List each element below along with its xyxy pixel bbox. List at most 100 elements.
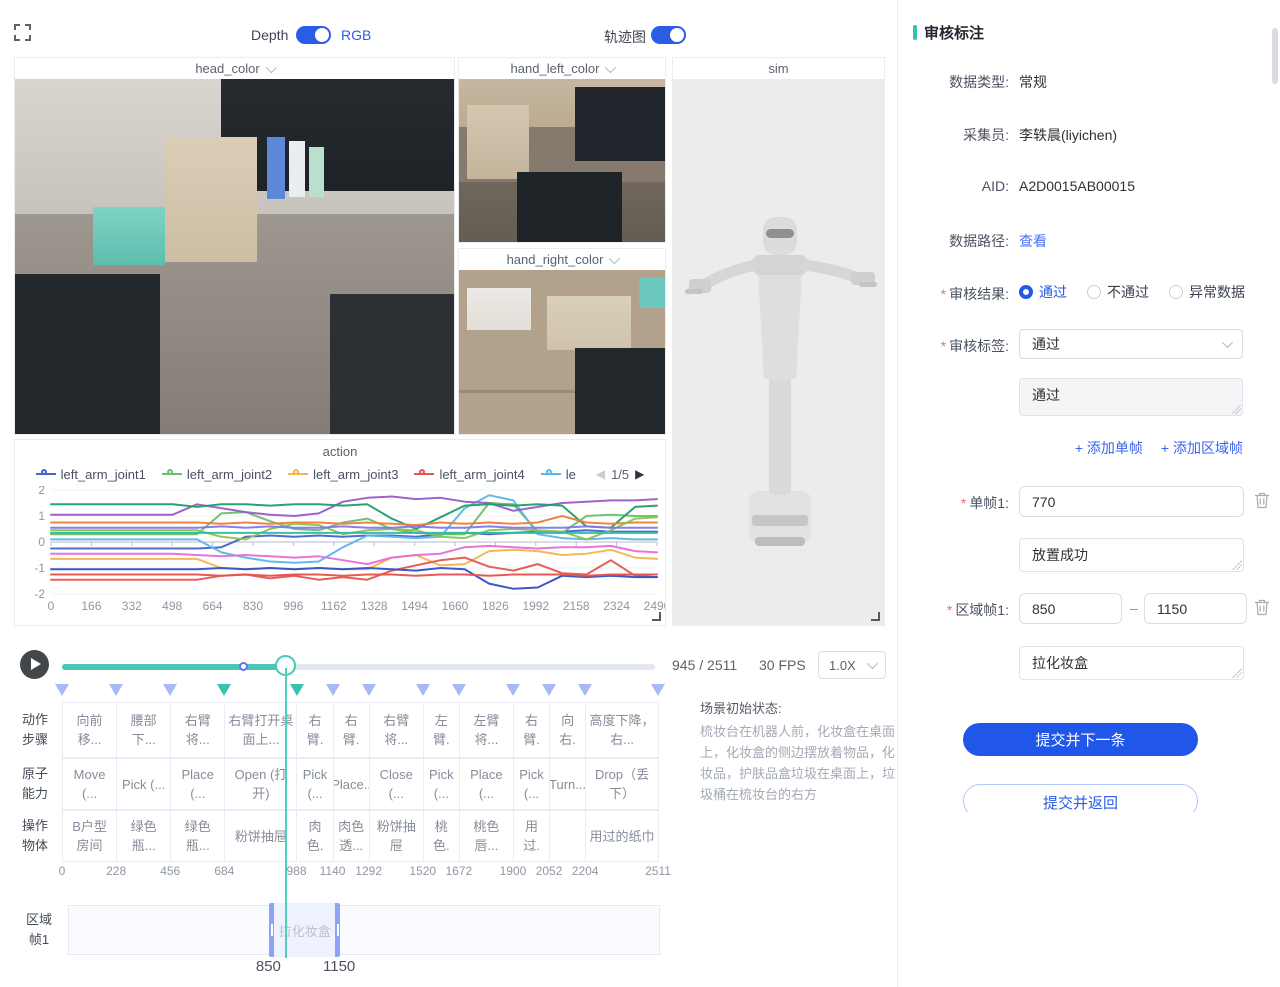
legend-item[interactable]: left_arm_joint1 xyxy=(36,467,146,482)
region-track-label: 区域帧1 xyxy=(22,910,56,950)
fullscreen-icon[interactable] xyxy=(14,24,31,41)
review-tag-select[interactable]: 通过 xyxy=(1019,329,1243,359)
ability-cell: Place (... xyxy=(460,759,514,810)
toggle-knob xyxy=(670,28,684,42)
tag-note-text: 通过 xyxy=(1032,387,1060,403)
legend-item[interactable]: left_arm_joint3 xyxy=(288,467,398,482)
chart-legend: left_arm_joint1 left_arm_joint2 left_arm… xyxy=(15,462,665,486)
data-path-view-link[interactable]: 查看 xyxy=(1019,231,1047,251)
play-button[interactable] xyxy=(20,650,49,679)
single-frame-input[interactable]: 770 xyxy=(1019,486,1244,517)
frame-marker[interactable] xyxy=(651,684,665,696)
frame-marker[interactable] xyxy=(416,684,430,696)
result-radio-option[interactable]: 不通过 xyxy=(1087,282,1149,302)
review-panel-scroll: 审核标注 数据类型: 常规 采集员: 李轶晨(liyichen) AID: A2… xyxy=(898,0,1280,812)
scrollbar-thumb[interactable] xyxy=(1272,28,1278,84)
object-cell: 绿色瓶... xyxy=(117,811,171,862)
submit-next-button[interactable]: 提交并下一条 xyxy=(963,723,1198,756)
legend-item[interactable]: left_arm_joint4 xyxy=(414,467,524,482)
region-start-input[interactable]: 850 xyxy=(1019,593,1122,624)
ability-cell: Turn... xyxy=(550,759,586,810)
timeline-tick-label: 2204 xyxy=(572,864,599,878)
hand-right-camera-select[interactable]: hand_right_color xyxy=(459,249,665,270)
resize-grip-icon[interactable] xyxy=(1232,560,1242,570)
progress-bar xyxy=(62,664,285,670)
legend-item[interactable]: left_arm_joint2 xyxy=(162,467,272,482)
result-radio-option[interactable]: 通过 xyxy=(1019,282,1067,302)
region-start-value: 850 xyxy=(1032,601,1055,617)
playback-speed-select[interactable]: 1.0X xyxy=(818,651,886,679)
collector-value: 李轶晨(liyichen) xyxy=(1019,125,1117,145)
legend-item[interactable]: le xyxy=(541,467,576,482)
legend-label: le xyxy=(566,467,576,482)
resize-handle-icon[interactable] xyxy=(652,612,661,621)
region-note-textarea[interactable]: 拉化妆盒 xyxy=(1019,646,1244,680)
object-cell: 桃色. xyxy=(424,811,460,862)
region-end-input[interactable]: 1150 xyxy=(1144,593,1247,624)
hand-left-camera-select[interactable]: hand_left_color xyxy=(459,58,665,79)
resize-grip-icon[interactable] xyxy=(1232,668,1242,678)
legend-prev-icon[interactable]: ◀ xyxy=(596,467,605,481)
review-title: 审核标注 xyxy=(924,22,984,43)
add-single-frame-link[interactable]: + 添加单帧 xyxy=(1075,438,1143,458)
frame-marker[interactable] xyxy=(217,684,231,696)
timeline-tick-label: 1292 xyxy=(355,864,382,878)
collector-label: 采集员: xyxy=(898,125,1009,145)
tag-note-textarea[interactable]: 通过 xyxy=(1019,378,1243,416)
head-camera-select[interactable]: head_color xyxy=(15,58,454,79)
legend-label: left_arm_joint4 xyxy=(439,467,524,482)
region-track[interactable]: 拉化妆盒 xyxy=(68,905,660,955)
resize-grip-icon[interactable] xyxy=(1231,404,1241,414)
steps-row: 向前移...腰部下...右臂将...右臂打开桌面上...右臂.右臂.右臂将...… xyxy=(62,702,659,758)
svg-text:664: 664 xyxy=(203,599,223,613)
step-cell: 右臂将... xyxy=(370,703,424,758)
hand-left-camera-label: hand_left_color xyxy=(511,61,600,76)
timeline-tick-label: 684 xyxy=(214,864,234,878)
svg-text:332: 332 xyxy=(122,599,142,613)
frame-marker[interactable] xyxy=(362,684,376,696)
review-panel: 审核标注 数据类型: 常规 采集员: 李轶晨(liyichen) AID: A2… xyxy=(897,0,1280,987)
timeline-tick-label: 228 xyxy=(106,864,126,878)
hand-right-camera-label: hand_right_color xyxy=(507,252,604,267)
depth-rgb-toggle[interactable] xyxy=(296,26,331,44)
legend-next-icon[interactable]: ▶ xyxy=(635,467,644,481)
add-region-frame-link[interactable]: + 添加区域帧 xyxy=(1161,438,1243,458)
result-label: *审核结果: xyxy=(898,284,1009,304)
frame-marker[interactable] xyxy=(578,684,592,696)
trajectory-toggle[interactable] xyxy=(651,26,686,44)
frame-marker[interactable] xyxy=(326,684,340,696)
chart-title: action xyxy=(15,440,665,462)
frame-marker[interactable] xyxy=(109,684,123,696)
ability-cell: Drop（丢下） xyxy=(586,759,659,810)
head-camera-image xyxy=(15,79,454,434)
playback-slider[interactable] xyxy=(62,664,655,670)
object-cell: 肉色透... xyxy=(334,811,370,862)
svg-text:2490: 2490 xyxy=(644,599,665,613)
region-frame-segment[interactable]: 拉化妆盒 xyxy=(269,903,340,957)
single-frame-label: *单帧1: xyxy=(898,493,1009,513)
required-asterisk: * xyxy=(947,602,952,618)
result-radio-option[interactable]: 异常数据 xyxy=(1169,282,1245,302)
submit-return-button[interactable]: 提交并返回 xyxy=(963,784,1198,812)
frame-marker[interactable] xyxy=(290,684,304,696)
frame-marker[interactable] xyxy=(163,684,177,696)
ability-cell: Move (... xyxy=(63,759,117,810)
object-cell: 桃色唇... xyxy=(460,811,514,862)
svg-text:498: 498 xyxy=(162,599,182,613)
frame-marker[interactable] xyxy=(55,684,69,696)
svg-text:1992: 1992 xyxy=(522,599,549,613)
object-cell: 粉饼抽屉 xyxy=(370,811,424,862)
required-asterisk: * xyxy=(941,338,946,354)
scene-text: 梳妆台在机器人前，化妆盒在桌面上，化妆盒的侧边摆放着物品，化妆品，护肤品盒垃圾在… xyxy=(700,721,896,805)
frame-marker[interactable] xyxy=(452,684,466,696)
depth-label: Depth xyxy=(251,27,288,43)
radio-icon xyxy=(1169,285,1183,299)
svg-text:1328: 1328 xyxy=(361,599,388,613)
frame-marker[interactable] xyxy=(542,684,556,696)
single-frame-note-textarea[interactable]: 放置成功 xyxy=(1019,538,1244,572)
delete-region-frame-icon[interactable] xyxy=(1254,599,1270,616)
frame-marker[interactable] xyxy=(506,684,520,696)
resize-handle-icon[interactable] xyxy=(871,612,880,621)
rgb-label: RGB xyxy=(341,27,371,43)
delete-single-frame-icon[interactable] xyxy=(1254,492,1270,509)
